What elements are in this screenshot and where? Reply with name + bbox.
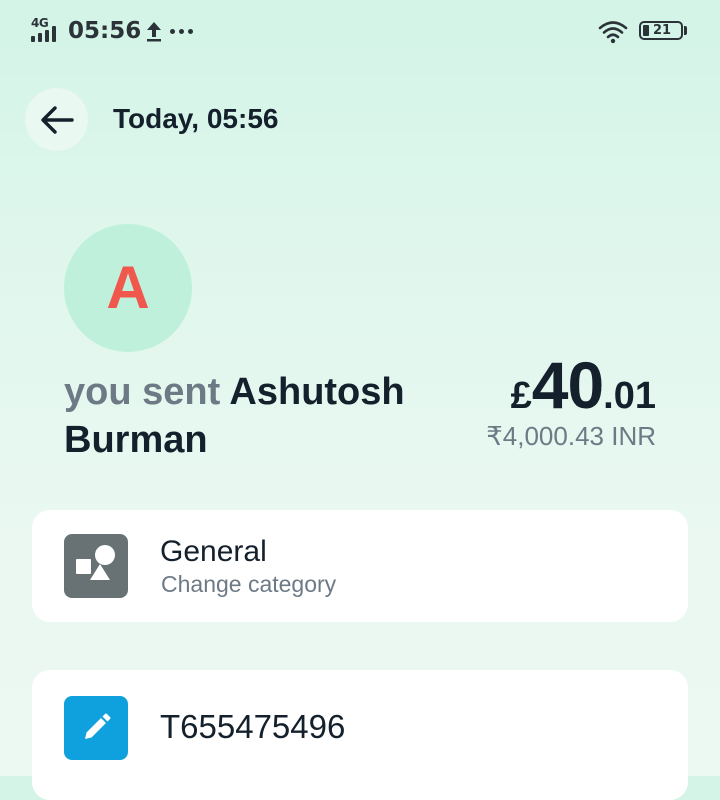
battery-level: 21 [653, 23, 672, 38]
pencil-icon[interactable] [64, 696, 128, 760]
category-title: General [160, 535, 267, 568]
signal-icon: 4G [30, 16, 62, 44]
battery-tip [684, 26, 687, 35]
amount: £40.01 [511, 347, 656, 423]
arrow-left-icon [40, 105, 74, 134]
sent-summary: you sent Ashutosh Burman [64, 368, 444, 464]
amount-minor: .01 [603, 375, 656, 417]
wifi-icon [598, 21, 628, 44]
converted-amount: ₹4,000.43 INR [486, 421, 656, 451]
category-card[interactable]: General Change category [32, 510, 688, 622]
status-time: 05:56 [68, 18, 142, 44]
page-title: Today, 05:56 [113, 103, 279, 134]
avatar: A [64, 224, 192, 352]
battery-icon: 21 [639, 21, 683, 40]
status-bar: 4G 05:56 21 [0, 0, 720, 64]
reference-text: T655475496 [160, 708, 346, 745]
more-dots-icon [170, 29, 194, 35]
avatar-initial: A [106, 254, 150, 321]
amount-currency: £ [510, 375, 532, 417]
upload-icon [147, 22, 161, 42]
sent-prefix: you sent [64, 371, 221, 413]
change-category-link[interactable]: Change category [161, 571, 336, 598]
shapes-icon [64, 534, 128, 598]
back-button[interactable] [25, 88, 88, 151]
reference-card[interactable]: T655475496 [32, 670, 688, 800]
network-type: 4G [31, 16, 49, 30]
amount-major: 40 [531, 348, 604, 422]
